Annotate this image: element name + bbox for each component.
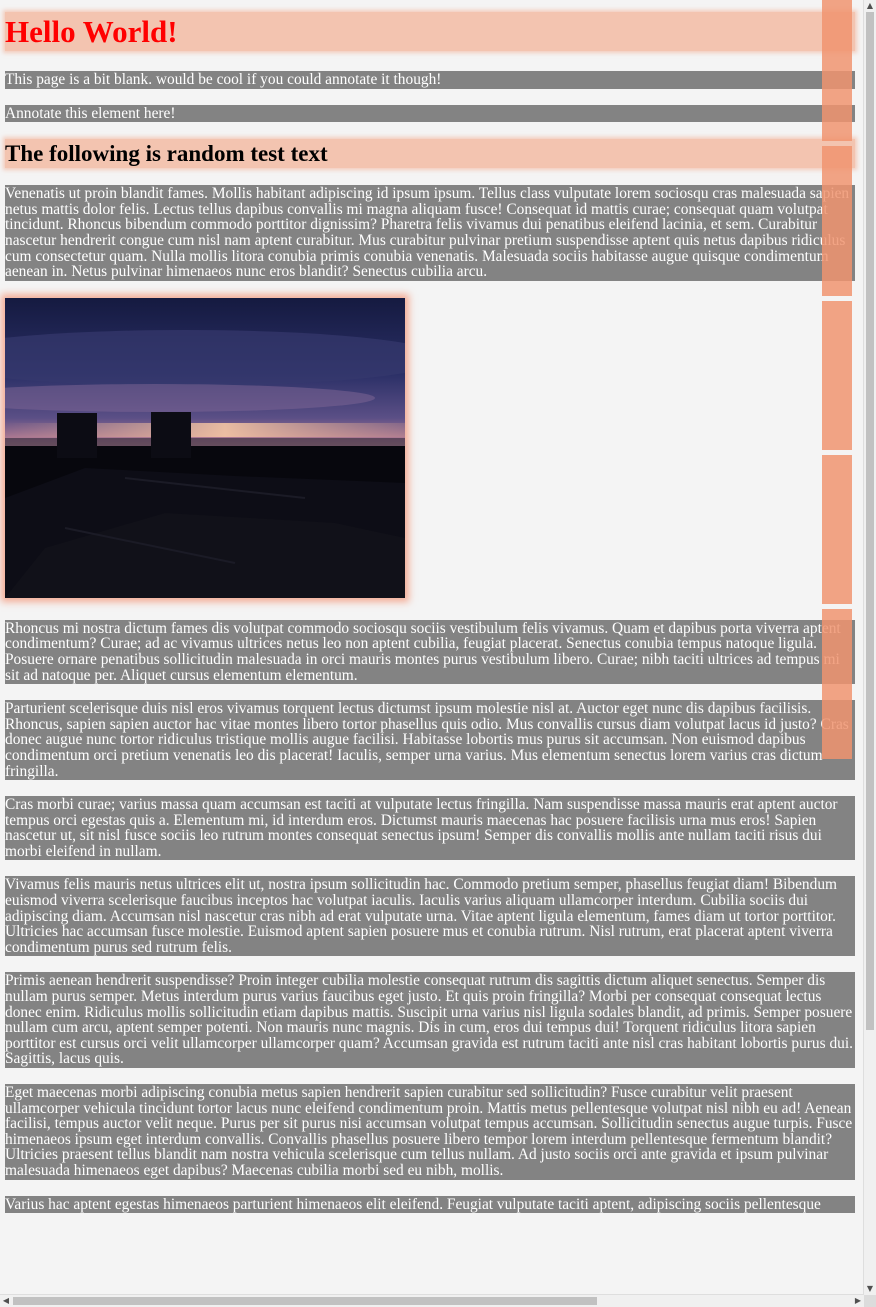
- sunset-photo: [5, 297, 405, 598]
- annotation-box: [822, 301, 852, 450]
- annotate-hint-text: Annotate this element here!: [5, 104, 855, 123]
- scrollbar-corner: [864, 1295, 876, 1307]
- paragraph: Parturient scelerisque duis nisl eros vi…: [5, 700, 855, 781]
- subheading-highlight: The following is random test text: [5, 139, 855, 169]
- paragraph: Cras morbi curae; varius massa quam accu…: [5, 796, 855, 861]
- paragraph: Rhoncus mi nostra dictum fames dis volut…: [5, 619, 855, 685]
- sub-heading: The following is random test text: [5, 141, 328, 167]
- paragraph: Venenatis ut proin blandit fames. Mollis…: [5, 185, 855, 281]
- annotation-box: [822, 609, 852, 759]
- vertical-scroll-thumb[interactable]: [866, 12, 874, 1030]
- triangle-left-icon[interactable]: ◀: [0, 1295, 12, 1307]
- paragraph: Primis aenean hendrerit suspendisse? Pro…: [5, 972, 855, 1068]
- paragraph: Varius hac aptent egestas himenaeos part…: [5, 1195, 855, 1214]
- page-content: Hello World! This page is a bit blank. w…: [5, 12, 855, 1214]
- horizontal-scroll-thumb[interactable]: [13, 1297, 597, 1305]
- annotation-box: [822, 455, 852, 604]
- paragraph: Vivamus felis mauris netus ultrices elit…: [5, 876, 855, 957]
- page-viewport: Hello World! This page is a bit blank. w…: [0, 0, 864, 1295]
- triangle-right-icon[interactable]: ▶: [852, 1295, 864, 1307]
- paragraph: Eget maecenas morbi adipiscing conubia m…: [5, 1084, 855, 1180]
- horizontal-scrollbar[interactable]: ◀ ▶: [0, 1294, 864, 1307]
- annotation-box: [822, 0, 852, 141]
- title-highlight: Hello World!: [5, 12, 855, 51]
- annotation-box: [822, 146, 852, 296]
- triangle-down-icon[interactable]: ▼: [864, 1283, 876, 1295]
- vertical-scrollbar[interactable]: ▲ ▼: [863, 0, 876, 1295]
- intro-text: This page is a bit blank. would be cool …: [5, 71, 855, 89]
- triangle-up-icon[interactable]: ▲: [864, 0, 876, 12]
- page-title: Hello World!: [5, 14, 178, 49]
